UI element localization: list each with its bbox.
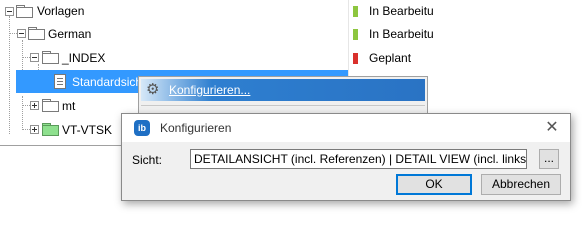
- status-indicator: [353, 6, 358, 17]
- context-menu: ⚙ Konfigurieren...: [138, 76, 428, 118]
- view-label: Sicht:: [132, 153, 163, 167]
- dialog-title: Konfigurieren: [160, 121, 232, 135]
- browse-button[interactable]: ...: [539, 149, 559, 169]
- cancel-button[interactable]: Abbrechen: [481, 174, 561, 195]
- gear-icon: ⚙: [146, 81, 160, 98]
- view-field[interactable]: DETAILANSICHT (incl. Referenzen) | DETAI…: [190, 149, 527, 169]
- tree-node-vorlagen[interactable]: Vorlagen: [37, 3, 84, 19]
- status-text: Geplant: [369, 51, 412, 65]
- menu-item-konfigurieren[interactable]: ⚙ Konfigurieren...: [141, 79, 425, 101]
- ok-button[interactable]: OK: [396, 174, 472, 195]
- tree-node-mt[interactable]: mt: [62, 98, 75, 114]
- tree-node-vt-vtsk[interactable]: VT-VTSK: [62, 122, 112, 138]
- status-cell: In Bearbeitu: [353, 26, 433, 42]
- collapse-toggle[interactable]: [30, 53, 39, 62]
- document-icon: [54, 74, 66, 89]
- status-indicator: [353, 29, 358, 40]
- configure-dialog: ib Konfigurieren ✕ Sicht: DETAILANSICHT …: [121, 113, 571, 201]
- tree-node-index[interactable]: _INDEX: [62, 50, 105, 66]
- app-logo-icon: ib: [134, 120, 150, 136]
- folder-icon: [42, 99, 59, 112]
- status-cell: Geplant: [353, 50, 433, 66]
- tree-connector: [9, 33, 17, 35]
- tree-connector: [22, 96, 24, 130]
- status-text: In Bearbeitu: [369, 4, 433, 18]
- folder-icon: [28, 27, 45, 40]
- folder-icon: [42, 51, 59, 64]
- close-icon[interactable]: ✕: [542, 118, 562, 138]
- status-indicator: [353, 53, 358, 64]
- green-folder-icon: [42, 123, 59, 136]
- expand-toggle[interactable]: [30, 101, 39, 110]
- dialog-titlebar[interactable]: ib Konfigurieren ✕: [122, 114, 570, 142]
- status-cell: In Bearbeitu: [353, 3, 433, 19]
- collapse-toggle[interactable]: [17, 29, 26, 38]
- status-text: In Bearbeitu: [369, 27, 433, 41]
- tree-connector: [22, 57, 30, 59]
- menu-item-label: Konfigurieren...: [169, 83, 251, 97]
- tree-node-standardsicht[interactable]: Standardsicht: [72, 74, 140, 90]
- tree-node-german[interactable]: German: [48, 26, 91, 42]
- expand-toggle[interactable]: [30, 125, 39, 134]
- collapse-toggle[interactable]: [5, 7, 14, 16]
- folder-icon: [16, 5, 33, 18]
- menu-separator: [141, 105, 425, 106]
